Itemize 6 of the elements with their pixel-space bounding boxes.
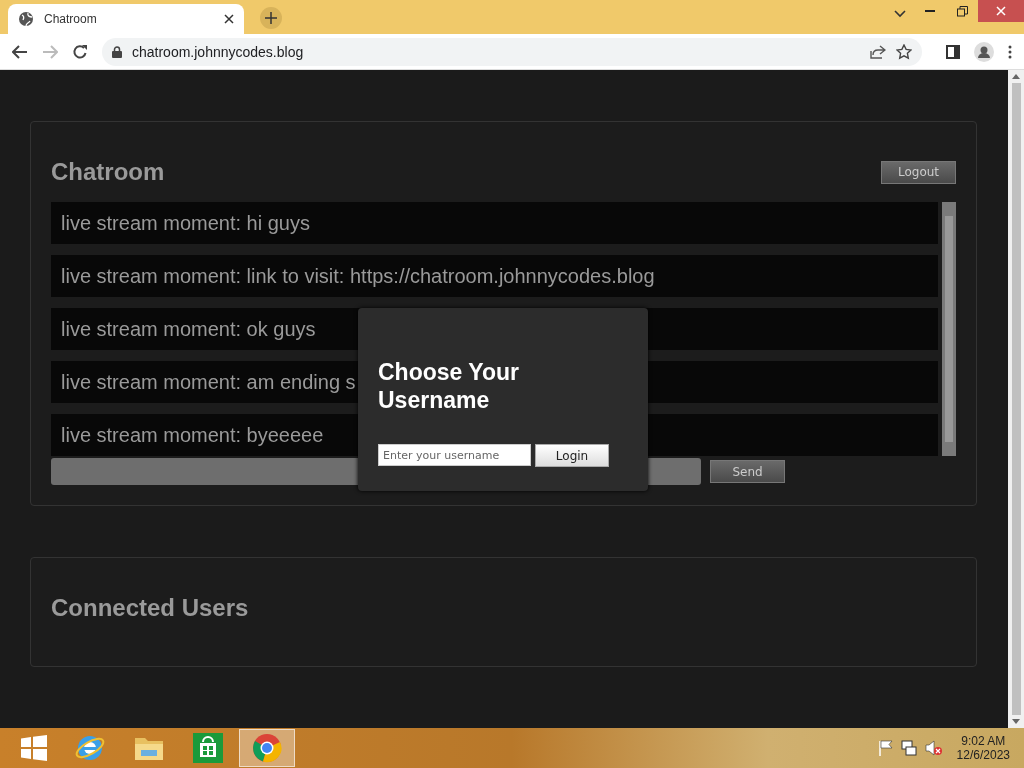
chat-message: live stream moment: link to visit: https://chatroom.johnnycodes.blog [51, 255, 938, 297]
chat-message: live stream moment: hi guys [51, 202, 938, 244]
connected-users-title: Connected Users [51, 594, 250, 622]
url-text: chatroom.johnnycodes.blog [132, 43, 305, 60]
chatroom-title: Chatroom [51, 158, 165, 186]
tab-title: Chatroom [44, 12, 98, 26]
